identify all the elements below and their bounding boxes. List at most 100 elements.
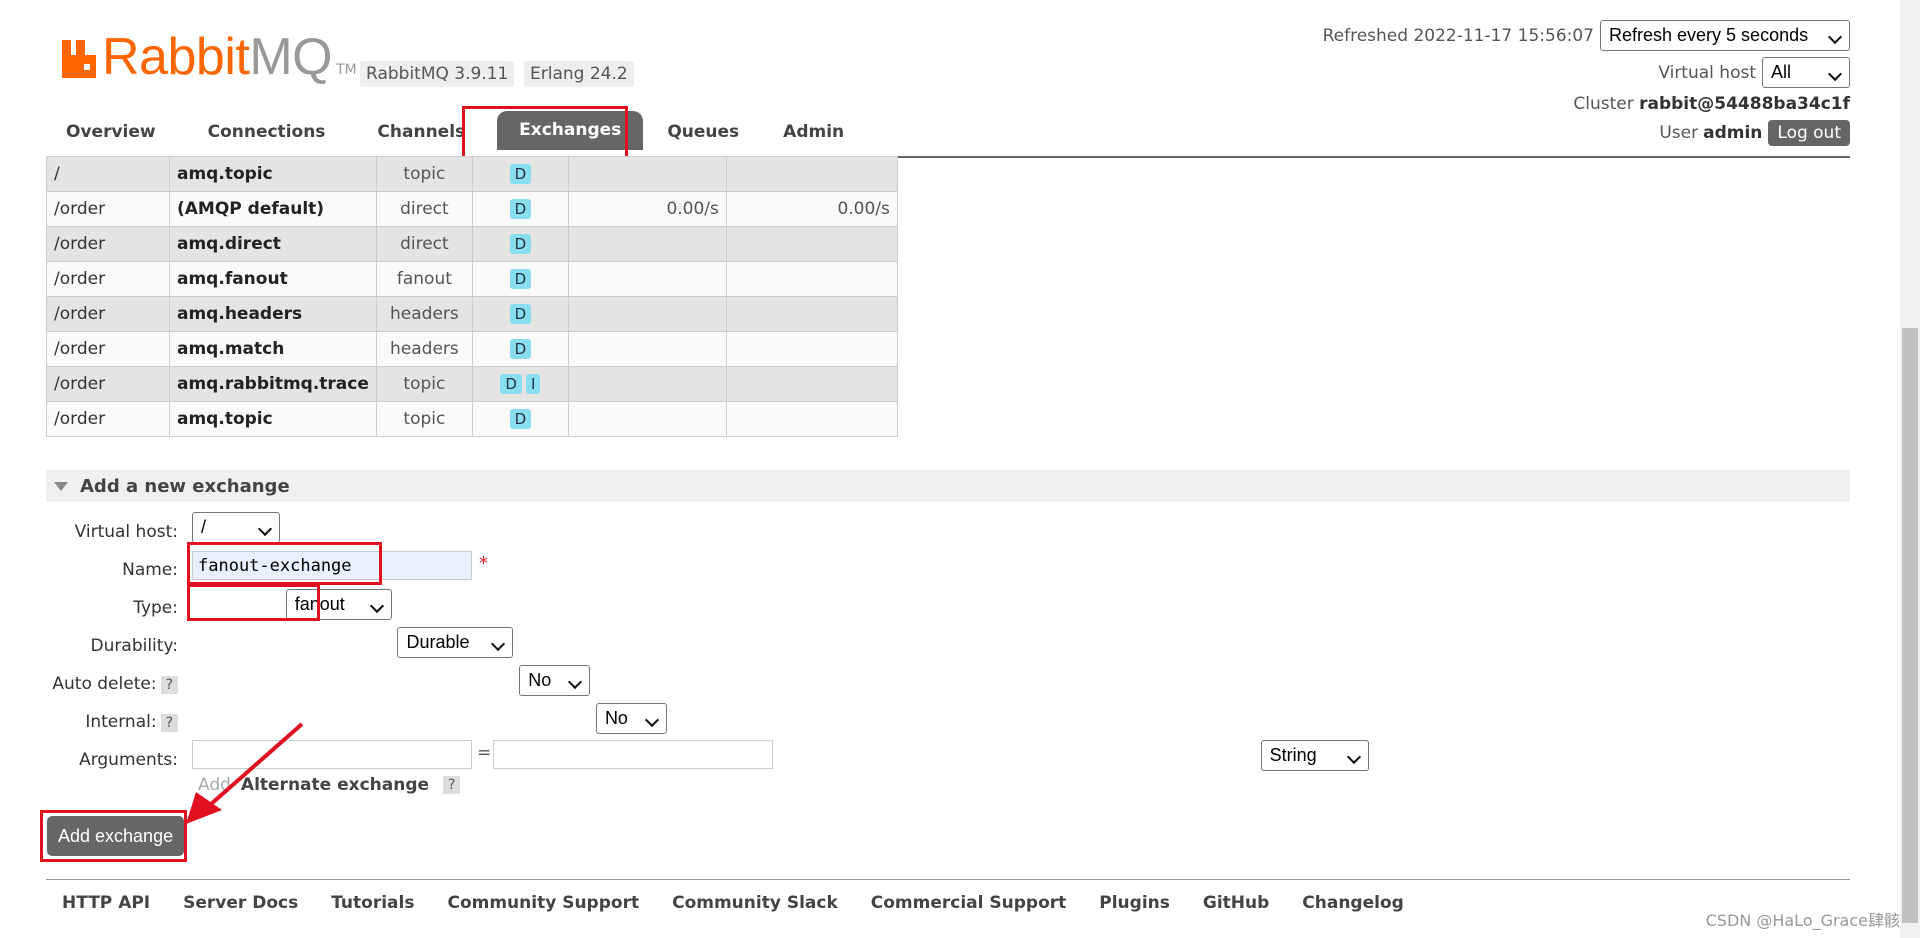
annotation-arrow-icon <box>186 722 304 824</box>
internal-help-icon[interactable]: ? <box>160 714 178 732</box>
rate-out-cell <box>725 261 898 297</box>
add-exchange-section-header[interactable]: Add a new exchange <box>46 470 1850 502</box>
footer-link-commercial-support[interactable]: Commercial Support <box>871 893 1067 913</box>
virtual-host-select[interactable]: All <box>1762 57 1850 88</box>
feature-badge: D <box>509 164 532 184</box>
auto-delete-help-icon[interactable]: ? <box>160 676 178 694</box>
rate-in-cell <box>567 261 727 297</box>
exchange-type-cell: direct <box>375 226 473 262</box>
auto-delete-select[interactable]: No <box>519 665 591 696</box>
tab-connections[interactable]: Connections <box>188 115 346 150</box>
table-row[interactable]: /order amq.match headers D <box>46 331 898 367</box>
argument-type-select[interactable]: String <box>1260 740 1369 771</box>
logout-button[interactable]: Log out <box>1768 120 1850 146</box>
rate-out-cell: 0.00/s <box>725 191 898 227</box>
exchanges-table: / amq.topic topic D/order (AMQP default) dire… <box>46 156 898 437</box>
rate-in-cell <box>567 156 727 192</box>
features-cell: D <box>471 261 569 297</box>
rate-out-cell <box>725 226 898 262</box>
chevron-down-icon <box>644 712 660 728</box>
chevron-down-icon <box>491 636 506 652</box>
internal-select[interactable]: No <box>595 703 667 734</box>
exchange-name-cell[interactable]: amq.direct <box>169 226 377 262</box>
table-row[interactable]: / amq.topic topic D <box>46 156 898 192</box>
vhost-cell: /order <box>46 331 170 367</box>
section-title: Add a new exchange <box>80 475 290 497</box>
exchange-name-cell[interactable]: (AMQP default) <box>169 191 377 227</box>
footer-link-tutorials[interactable]: Tutorials <box>331 893 414 913</box>
table-row[interactable]: /order amq.direct direct D <box>46 226 898 262</box>
feature-badge: D <box>509 339 532 359</box>
footer-link-changelog[interactable]: Changelog <box>1302 893 1404 913</box>
table-row[interactable]: /order amq.topic topic D <box>46 401 898 437</box>
footer-link-server-docs[interactable]: Server Docs <box>183 893 298 913</box>
rate-in-cell <box>567 401 727 437</box>
rabbitmq-logo[interactable]: Rabbit MQ TM <box>60 28 357 86</box>
feature-badge: D <box>509 199 532 219</box>
footer-link-http-api[interactable]: HTTP API <box>62 893 150 913</box>
virtual-host-label: Virtual host <box>1658 62 1756 83</box>
footer-links: HTTP API Server Docs Tutorials Community Su… <box>62 893 1437 913</box>
tab-channels[interactable]: Channels <box>357 115 485 150</box>
virtual-host-field-label: Virtual host: <box>74 522 178 542</box>
scrollbar-thumb[interactable] <box>1902 328 1918 923</box>
exchange-type-cell: topic <box>375 366 473 402</box>
rate-in-cell <box>567 296 727 332</box>
vhost-cell: /order <box>46 296 170 332</box>
vhost-cell: /order <box>46 366 170 402</box>
refresh-interval-select[interactable]: Refresh every 5 seconds <box>1600 20 1850 51</box>
tab-overview[interactable]: Overview <box>46 115 176 150</box>
chevron-down-icon <box>369 598 384 614</box>
chevron-down-icon <box>257 521 273 537</box>
version-badge: RabbitMQ 3.9.11 <box>360 61 515 87</box>
main-tabs: Overview Connections Channels Exchanges … <box>46 111 868 150</box>
argument-value-input[interactable] <box>493 740 773 769</box>
footer-link-community-support[interactable]: Community Support <box>447 893 639 913</box>
type-field-label: Type: <box>133 598 178 618</box>
exchange-name-cell[interactable]: amq.topic <box>169 401 377 437</box>
rate-out-cell <box>725 401 898 437</box>
exchange-name-cell[interactable]: amq.fanout <box>169 261 377 297</box>
feature-badge: D <box>509 409 532 429</box>
logo-text-mq: MQ <box>249 28 333 86</box>
exchange-name-cell[interactable]: amq.match <box>169 331 377 367</box>
exchange-type-cell: topic <box>375 401 473 437</box>
chevron-down-icon <box>1827 29 1843 45</box>
durability-select[interactable]: Durable <box>397 627 514 658</box>
rate-in-cell <box>567 331 727 367</box>
exchange-type-select[interactable]: fanout <box>285 589 392 620</box>
exchange-type-cell: headers <box>375 296 473 332</box>
auto-delete-field-label: Auto delete:? <box>38 674 178 694</box>
rate-in-cell <box>567 366 727 402</box>
features-cell: D <box>471 156 569 192</box>
alternate-exchange-help-icon[interactable]: ? <box>443 776 461 794</box>
exchange-name-cell[interactable]: amq.topic <box>169 156 377 192</box>
features-cell: D <box>471 331 569 367</box>
chevron-down-icon <box>1827 66 1843 82</box>
erlang-badge: Erlang 24.2 <box>524 61 634 87</box>
feature-badge: D <box>509 304 532 324</box>
tab-queues[interactable]: Queues <box>647 115 759 150</box>
table-row[interactable]: /order amq.fanout fanout D <box>46 261 898 297</box>
feature-badge: D <box>509 234 532 254</box>
tab-admin[interactable]: Admin <box>763 115 864 150</box>
table-row[interactable]: /order amq.rabbitmq.trace topic D I <box>46 366 898 402</box>
arguments-field-label: Arguments: <box>79 750 178 770</box>
exchange-type-cell: direct <box>375 191 473 227</box>
footer-link-plugins[interactable]: Plugins <box>1099 893 1170 913</box>
features-cell: D <box>471 401 569 437</box>
footer-link-github[interactable]: GitHub <box>1203 893 1269 913</box>
add-exchange-button[interactable]: Add exchange <box>47 816 185 856</box>
footer-link-community-slack[interactable]: Community Slack <box>672 893 838 913</box>
table-row[interactable]: /order amq.headers headers D <box>46 296 898 332</box>
logo-text-rabbit: Rabbit <box>102 28 250 86</box>
tab-exchanges[interactable]: Exchanges <box>497 111 644 150</box>
exchange-name-input[interactable] <box>192 551 472 580</box>
table-row[interactable]: /order (AMQP default) direct D 0.00/s 0.00/s <box>46 191 898 227</box>
feature-badge: D <box>500 374 522 394</box>
virtual-host-field-select[interactable]: / <box>192 512 280 543</box>
exchange-name-cell[interactable]: amq.rabbitmq.trace <box>169 366 377 402</box>
exchange-type-cell: fanout <box>375 261 473 297</box>
rate-out-cell <box>725 331 898 367</box>
exchange-name-cell[interactable]: amq.headers <box>169 296 377 332</box>
